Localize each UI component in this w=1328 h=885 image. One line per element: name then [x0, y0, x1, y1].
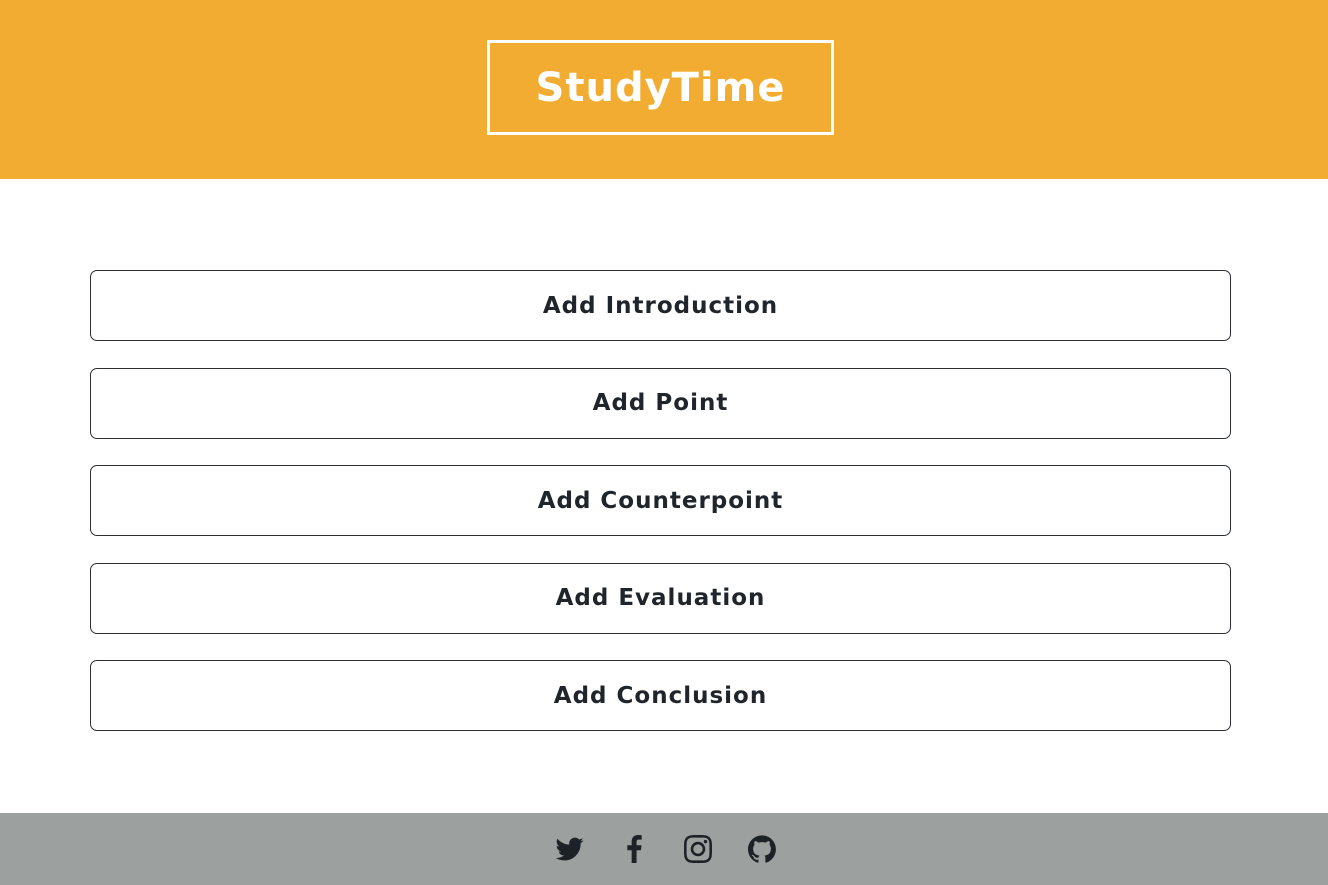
logo-text: StudyTime	[535, 64, 786, 111]
add-introduction-button[interactable]: Add Introduction	[90, 270, 1231, 341]
action-list: Add Introduction Add Point Add Counterpo…	[90, 270, 1231, 758]
facebook-icon[interactable]	[620, 835, 648, 863]
add-evaluation-button[interactable]: Add Evaluation	[90, 562, 1231, 634]
twitter-icon[interactable]	[556, 835, 584, 863]
logo[interactable]: StudyTime	[487, 40, 834, 135]
site-header: StudyTime	[0, 0, 1328, 179]
add-conclusion-button[interactable]: Add Conclusion	[90, 660, 1231, 731]
site-footer	[0, 813, 1328, 885]
add-counterpoint-label: Add Counterpoint	[537, 487, 784, 514]
add-introduction-label: Add Introduction	[542, 292, 779, 319]
add-evaluation-label: Add Evaluation	[555, 585, 766, 611]
add-point-button[interactable]: Add Point	[90, 367, 1231, 439]
add-conclusion-label: Add Conclusion	[553, 682, 768, 709]
social-links	[556, 835, 776, 863]
github-icon[interactable]	[748, 835, 776, 863]
instagram-icon[interactable]	[684, 835, 712, 863]
add-point-label: Add Point	[592, 390, 729, 416]
add-counterpoint-button[interactable]: Add Counterpoint	[90, 465, 1231, 536]
